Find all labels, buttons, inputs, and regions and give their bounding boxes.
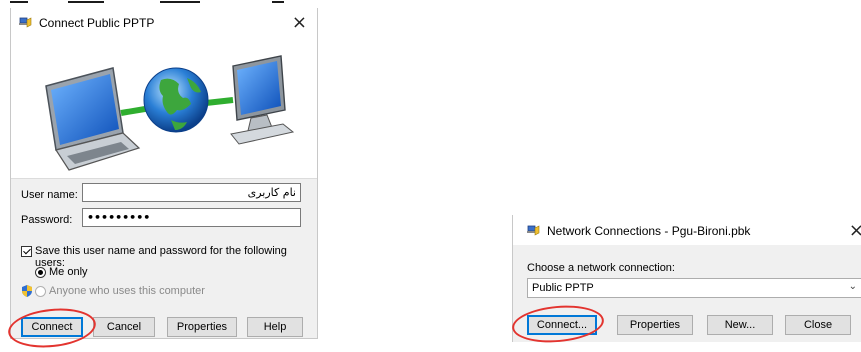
properties-button[interactable]: Properties (617, 315, 693, 335)
monitor-icon (230, 55, 295, 145)
anyone-radio[interactable] (35, 286, 46, 297)
password-input[interactable]: ••••••••• (82, 208, 301, 227)
chevron-down-icon: ⌄ (848, 281, 857, 292)
help-button[interactable]: Help (247, 317, 303, 337)
save-credentials-checkbox[interactable] (21, 246, 32, 257)
network-connection-icon (19, 17, 32, 28)
close-button[interactable]: Close (785, 315, 851, 335)
me-only-label: Me only (49, 266, 88, 278)
dialog-title: Connect Public PPTP (39, 16, 155, 30)
top-strip (10, 0, 320, 4)
dialog-title: Network Connections - Pgu-Bironi.pbk (547, 224, 751, 238)
choose-label: Choose a network connection: (527, 262, 675, 274)
laptop-icon (45, 67, 141, 171)
uac-shield-icon (22, 285, 32, 297)
close-icon[interactable]: × (292, 12, 307, 33)
username-label: User name: (21, 189, 78, 201)
laptop-globe-monitor-illustration (45, 55, 295, 171)
title-bar: Network Connections - Pgu-Bironi.pbk × (513, 215, 861, 245)
cancel-button[interactable]: Cancel (93, 317, 155, 337)
connect-dialog: Connect Public PPTP × User name: نام کار… (10, 8, 318, 339)
selected-connection: Public PPTP (532, 282, 594, 294)
anyone-label: Anyone who uses this computer (49, 285, 205, 297)
vpn-banner-image (11, 38, 317, 179)
new-button[interactable]: New... (707, 315, 773, 335)
properties-button[interactable]: Properties (167, 317, 237, 337)
globe-icon (143, 67, 209, 133)
me-only-radio[interactable] (35, 267, 46, 278)
connection-select[interactable]: Public PPTP ⌄ (527, 278, 861, 298)
username-input[interactable]: نام کاربری (82, 183, 301, 202)
close-icon[interactable]: × (849, 220, 861, 241)
title-bar: Connect Public PPTP × (11, 8, 317, 38)
password-label: Password: (21, 214, 73, 226)
network-connection-icon (527, 225, 540, 236)
